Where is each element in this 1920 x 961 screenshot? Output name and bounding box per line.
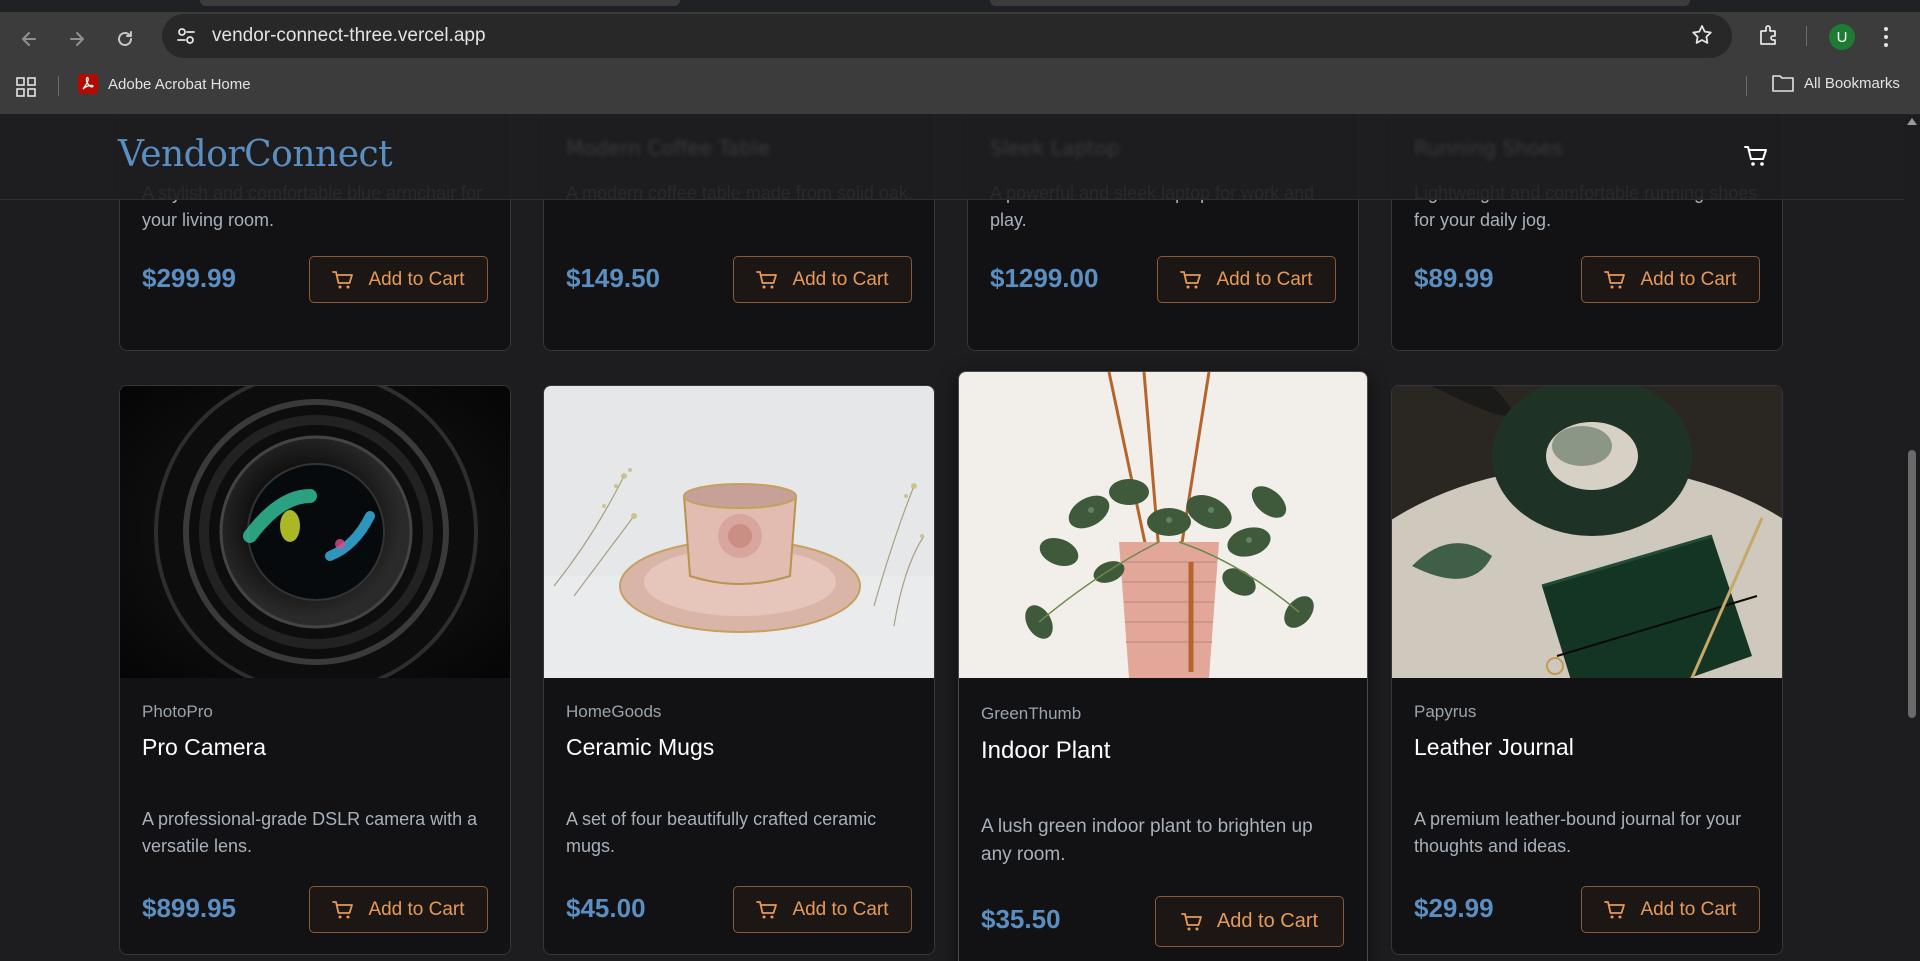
- tab-strip: [0, 0, 1920, 12]
- bookmark-label: Adobe Acrobat Home: [108, 75, 251, 93]
- site-settings-icon[interactable]: [174, 24, 198, 48]
- url-text[interactable]: vendor-connect-three.vercel.app: [212, 25, 486, 47]
- product-title[interactable]: Indoor Plant: [981, 737, 1110, 765]
- bookmark-adobe-acrobat[interactable]: Adobe Acrobat Home: [78, 74, 251, 94]
- folder-icon: [1772, 75, 1794, 92]
- site-logo[interactable]: VendorConnect: [118, 134, 393, 175]
- add-to-cart-label: Add to Cart: [368, 268, 465, 290]
- add-to-cart-button[interactable]: Add to Cart: [309, 256, 488, 303]
- product-description: A premium leather-bound journal for your…: [1414, 809, 1742, 856]
- acrobat-icon: [78, 74, 98, 94]
- product-card-ceramic-mugs[interactable]: HomeGoods Ceramic Mugs A set of four bea…: [543, 385, 935, 955]
- product-card-pro-camera[interactable]: PhotoPro Pro Camera A professional-grade…: [119, 385, 511, 955]
- ghost-product-title: Running Shoes: [1414, 136, 1563, 160]
- add-to-cart-label: Add to Cart: [792, 268, 889, 290]
- bookmarks-bar: Adobe Acrobat Home All Bookmarks: [0, 68, 1920, 102]
- product-title[interactable]: Ceramic Mugs: [566, 734, 714, 761]
- bookmarks-divider-right: [1746, 76, 1747, 96]
- cart-icon: [1181, 912, 1202, 930]
- product-vendor: Papyrus: [1414, 702, 1477, 721]
- product-vendor: PhotoPro: [142, 702, 213, 721]
- product-image-camera: [120, 386, 510, 678]
- product-description: A lush green indoor plant to brighten up…: [981, 816, 1313, 865]
- more-menu-icon[interactable]: [1882, 24, 1890, 50]
- product-price: $299.99: [142, 263, 236, 293]
- ghost-product-title: Modern Coffee Table: [566, 136, 771, 160]
- browser-toolbar: vendor-connect-three.vercel.app U: [0, 12, 1920, 60]
- cart-icon: [332, 900, 354, 918]
- product-title[interactable]: Leather Journal: [1414, 734, 1574, 761]
- browser-chrome: vendor-connect-three.vercel.app U Adobe …: [0, 0, 1920, 114]
- scroll-thumb[interactable]: [1908, 450, 1916, 718]
- all-bookmarks-label: All Bookmarks: [1804, 74, 1900, 92]
- cart-icon: [756, 270, 778, 288]
- address-bar[interactable]: vendor-connect-three.vercel.app: [162, 14, 1732, 58]
- product-image-journal: [1392, 386, 1782, 678]
- cart-icon: [1180, 270, 1202, 288]
- tab-inactive[interactable]: [200, 0, 680, 6]
- apps-grid-icon[interactable]: [16, 77, 36, 97]
- arrow-left-icon: [22, 32, 36, 46]
- product-price: $1299.00: [990, 263, 1099, 293]
- scroll-up-arrow[interactable]: [1907, 118, 1917, 125]
- add-to-cart-label: Add to Cart: [1640, 268, 1737, 290]
- profile-avatar[interactable]: U: [1829, 24, 1855, 50]
- toolbar-divider: [1806, 26, 1807, 46]
- product-description: A set of four beautifully crafted cerami…: [566, 809, 877, 856]
- forward-button[interactable]: [62, 24, 92, 54]
- product-description: A professional-grade DSLR camera with a …: [142, 809, 478, 856]
- all-bookmarks-button[interactable]: All Bookmarks: [1772, 74, 1900, 92]
- cart-icon: [1604, 900, 1626, 918]
- reload-button[interactable]: [110, 24, 140, 54]
- add-to-cart-button[interactable]: Add to Cart: [1581, 256, 1760, 303]
- cart-icon: [332, 270, 354, 288]
- add-to-cart-button[interactable]: Add to Cart: [733, 256, 912, 303]
- add-to-cart-button[interactable]: Add to Cart: [733, 886, 912, 933]
- product-title[interactable]: Pro Camera: [142, 734, 266, 761]
- product-price: $29.99: [1414, 893, 1494, 923]
- cart-icon: [1604, 270, 1626, 288]
- cart-icon: [756, 900, 778, 918]
- site-header: Modern Coffee Table Sleek Laptop Running…: [0, 114, 1904, 200]
- product-card-indoor-plant[interactable]: GreenThumb Indoor Plant A lush green ind…: [958, 371, 1368, 961]
- add-to-cart-button[interactable]: Add to Cart: [1157, 256, 1336, 303]
- bookmark-star-icon[interactable]: [1690, 23, 1714, 47]
- ghost-product-title: Sleek Laptop: [990, 136, 1120, 160]
- product-image-mugs: [544, 386, 934, 678]
- cart-icon[interactable]: [1742, 142, 1770, 170]
- reload-icon: [118, 31, 132, 46]
- product-image-plant: [959, 372, 1367, 678]
- add-to-cart-label: Add to Cart: [368, 898, 465, 920]
- product-vendor: HomeGoods: [566, 702, 662, 721]
- add-to-cart-label: Add to Cart: [1216, 910, 1319, 932]
- product-card-leather-journal[interactable]: Papyrus Leather Journal A premium leathe…: [1391, 385, 1783, 955]
- bookmarks-divider: [58, 76, 59, 96]
- product-price: $89.99: [1414, 263, 1494, 293]
- product-price: $149.50: [566, 263, 660, 293]
- add-to-cart-label: Add to Cart: [1640, 898, 1737, 920]
- add-to-cart-label: Add to Cart: [792, 898, 889, 920]
- product-price: $899.95: [142, 893, 236, 923]
- page-viewport: A stylish and comfortable blue armchair …: [0, 114, 1920, 961]
- product-price: $35.50: [981, 904, 1061, 934]
- page-scrollbar[interactable]: [1904, 114, 1920, 961]
- product-price: $45.00: [566, 893, 646, 923]
- add-to-cart-button[interactable]: Add to Cart: [1155, 896, 1344, 947]
- add-to-cart-button[interactable]: Add to Cart: [1581, 886, 1760, 933]
- product-vendor: GreenThumb: [981, 704, 1082, 723]
- extensions-icon[interactable]: [1756, 22, 1782, 48]
- add-to-cart-label: Add to Cart: [1216, 268, 1313, 290]
- add-to-cart-button[interactable]: Add to Cart: [309, 886, 488, 933]
- tab-inactive[interactable]: [990, 0, 1690, 6]
- arrow-right-icon: [70, 32, 84, 46]
- back-button[interactable]: [14, 24, 44, 54]
